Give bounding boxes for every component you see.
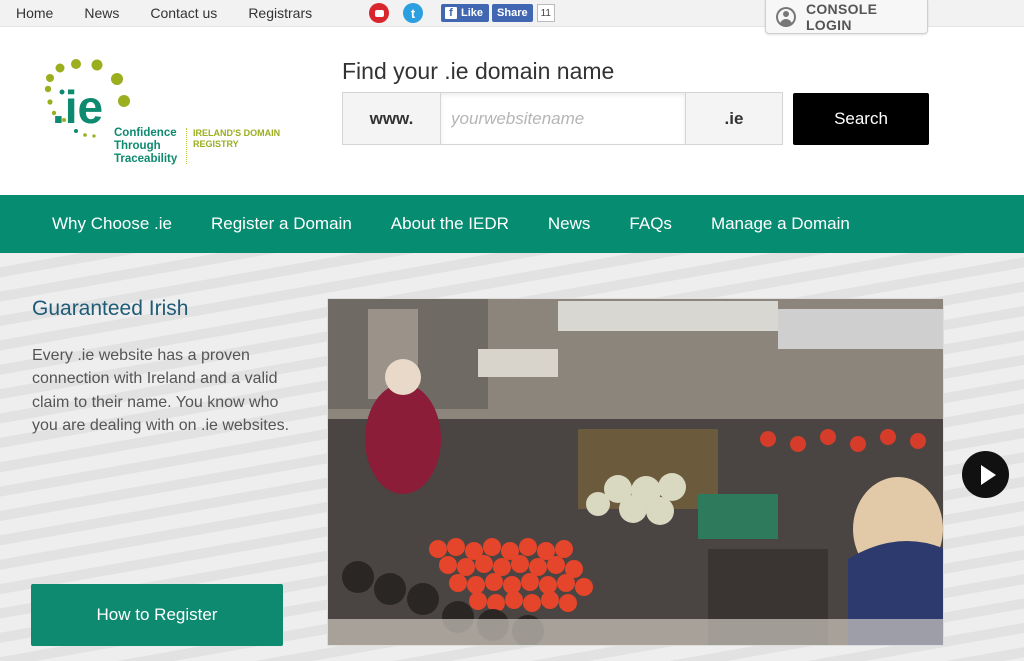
twitter-icon[interactable]: t bbox=[403, 3, 423, 23]
facebook-icon: f bbox=[445, 7, 457, 19]
how-to-register-button[interactable]: How to Register bbox=[31, 584, 283, 646]
play-next-icon[interactable] bbox=[962, 451, 1009, 498]
main-nav-news[interactable]: News bbox=[548, 214, 591, 234]
domain-search-title: Find your .ie domain name bbox=[342, 58, 615, 84]
top-nav-home[interactable]: Home bbox=[16, 5, 53, 21]
registry-line-2: REGISTRY bbox=[193, 139, 239, 149]
search-button[interactable]: Search bbox=[793, 93, 929, 145]
domain-name-input[interactable] bbox=[441, 93, 685, 144]
facebook-like-button[interactable]: f Like bbox=[441, 4, 490, 22]
registry-line-1: IRELAND'S DOMAIN bbox=[193, 128, 281, 138]
social-links: t f Like Share 11 bbox=[369, 3, 555, 23]
www-prefix: www. bbox=[343, 93, 441, 144]
market-photo-illustration bbox=[328, 299, 943, 645]
facebook-share-count: 11 bbox=[536, 4, 555, 22]
console-login-label: CONSOLE LOGIN bbox=[805, 0, 878, 33]
main-nav-manage[interactable]: Manage a Domain bbox=[711, 214, 850, 234]
facebook-share-button[interactable]: Share bbox=[492, 4, 533, 22]
user-icon bbox=[776, 6, 796, 27]
tagline-line-2: Through bbox=[114, 140, 161, 152]
main-nav: Why Choose .ie Register a Domain About t… bbox=[0, 195, 1024, 253]
console-login-button[interactable]: CONSOLE LOGIN bbox=[765, 0, 928, 34]
facebook-like-label: Like bbox=[461, 7, 484, 19]
top-nav-registrars[interactable]: Registrars bbox=[248, 5, 312, 21]
top-nav: Home News Contact us Registrars bbox=[16, 5, 343, 21]
tld-suffix: .ie bbox=[685, 93, 782, 144]
logo-mark: .ie bbox=[52, 81, 103, 133]
top-nav-contact[interactable]: Contact us bbox=[150, 5, 217, 21]
domain-search-box: www. .ie bbox=[342, 92, 783, 145]
hero-description: Every .ie website has a proven connectio… bbox=[32, 347, 290, 434]
main-nav-register[interactable]: Register a Domain bbox=[211, 214, 352, 234]
main-nav-faqs[interactable]: FAQs bbox=[629, 214, 672, 234]
tagline-line-1: Confidence bbox=[114, 127, 177, 139]
hero-title: Guaranteed Irish bbox=[32, 297, 189, 320]
top-nav-news[interactable]: News bbox=[84, 5, 119, 21]
tagline-line-3: Traceability bbox=[114, 153, 178, 165]
main-nav-why-choose[interactable]: Why Choose .ie bbox=[52, 214, 172, 234]
logo-registry-text: IRELAND'S DOMAIN REGISTRY bbox=[193, 128, 280, 150]
hero-market-photo bbox=[327, 298, 944, 646]
youtube-icon[interactable] bbox=[369, 3, 389, 23]
logo-divider bbox=[186, 128, 187, 164]
logo-tagline: Confidence Through Traceability bbox=[114, 127, 177, 166]
main-nav-about[interactable]: About the IEDR bbox=[391, 214, 509, 234]
